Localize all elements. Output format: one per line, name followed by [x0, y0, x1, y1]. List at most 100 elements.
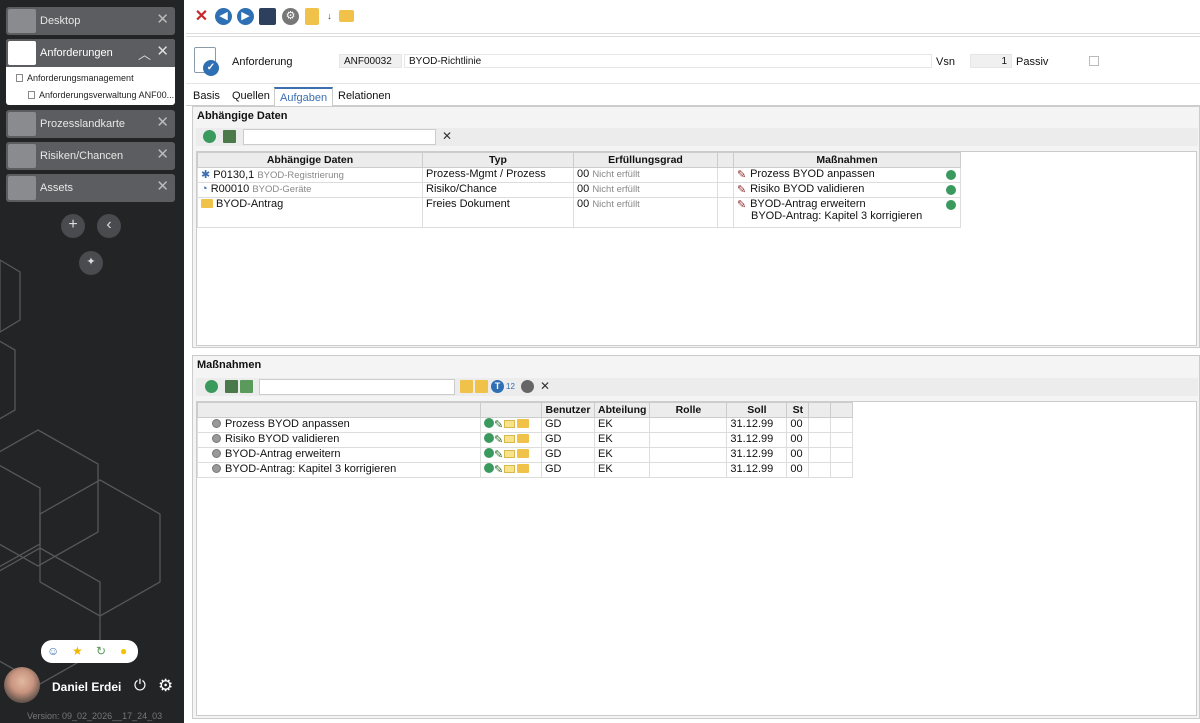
column-header[interactable]: Soll — [726, 402, 788, 418]
chevron-up-icon[interactable]: ︿ — [138, 44, 151, 63]
column-header[interactable]: Typ — [422, 152, 574, 168]
add-module-button[interactable]: + — [61, 214, 85, 238]
folder-icon[interactable] — [517, 434, 529, 443]
settings-icon[interactable]: ⚙ — [282, 8, 299, 25]
forward-icon[interactable]: ▶ — [237, 8, 254, 25]
search-input[interactable] — [243, 129, 436, 145]
table-row[interactable]: BYOD-Antrag: Kapitel 3 korrigieren ✎ GD … — [197, 462, 854, 478]
add-icon[interactable] — [484, 433, 494, 443]
tab-relationen[interactable]: Relationen — [338, 90, 391, 102]
power-icon[interactable]: ⏻ — [134, 677, 146, 694]
add-icon[interactable] — [484, 448, 494, 458]
back-icon[interactable]: ◀ — [215, 8, 232, 25]
import-icon[interactable] — [240, 380, 253, 393]
record-title-field[interactable]: BYOD-Richtlinie — [404, 54, 932, 68]
add-measure-icon[interactable] — [946, 200, 956, 210]
column-header[interactable]: St — [786, 402, 810, 418]
refresh-icon[interactable] — [205, 380, 218, 393]
add-folder-icon[interactable] — [460, 380, 473, 393]
table-row[interactable]: Prozess BYOD anpassen ✎ GD EK 31.12.99 0… — [197, 417, 854, 433]
module-prozesslandkarte[interactable]: Prozesslandkarte ✕ — [6, 110, 175, 138]
vsn-field[interactable]: 1 — [970, 54, 1012, 68]
column-header[interactable]: Benutzer — [541, 402, 595, 418]
column-header[interactable]: Abhängige Daten — [197, 152, 423, 168]
table-row[interactable]: ✱ P0130,1 BYOD-Registrierung Prozess-Mgm… — [197, 167, 961, 183]
lightbulb-icon[interactable]: ● — [120, 644, 127, 658]
tools-icon[interactable]: ✕ — [442, 130, 455, 143]
settings-icon[interactable] — [521, 380, 534, 393]
avatar[interactable] — [4, 667, 40, 703]
mail-icon[interactable] — [504, 465, 515, 473]
add-icon[interactable] — [484, 463, 494, 473]
close-icon[interactable]: ✕ — [156, 147, 169, 163]
mail-icon[interactable] — [504, 435, 515, 443]
add-icon[interactable] — [484, 418, 494, 428]
measure-department: EK — [593, 432, 651, 448]
column-header[interactable]: Abteilung — [593, 402, 651, 418]
folder-icon[interactable] — [475, 380, 488, 393]
table-row[interactable]: Risiko BYOD validieren ✎ GD EK 31.12.99 … — [197, 432, 854, 448]
gear-icon[interactable]: ⚙ — [158, 676, 173, 696]
close-icon[interactable]: ✕ — [156, 115, 169, 131]
column-header[interactable]: Rolle — [649, 402, 728, 418]
tree-item-anforderungsmanagement[interactable]: Anforderungsmanagement — [16, 73, 134, 83]
table-row[interactable]: BYOD-Antrag erweitern ✎ GD EK 31.12.99 0… — [197, 447, 854, 463]
module-risiken-chancen[interactable]: Risiken/Chancen ✕ — [6, 142, 175, 170]
cancel-icon[interactable]: ✕ — [193, 8, 210, 25]
column-header[interactable] — [480, 402, 542, 418]
module-desktop[interactable]: Desktop ✕ — [6, 7, 175, 35]
close-icon[interactable]: ✕ — [156, 12, 169, 28]
add-measure-icon[interactable] — [946, 185, 956, 195]
edit-pen-icon[interactable]: ✎ — [737, 170, 747, 181]
edit-pen-icon[interactable]: ✎ — [737, 185, 747, 196]
search-input[interactable] — [259, 379, 455, 395]
module-anforderungen[interactable]: Anforderungen ︿ ✕ Anforderungsmanagement… — [6, 39, 175, 105]
refresh-icon[interactable] — [203, 130, 216, 143]
folder-icon[interactable] — [517, 419, 529, 428]
record-id-field[interactable]: ANF00032 — [339, 54, 402, 68]
export-icon[interactable] — [223, 130, 236, 143]
close-icon[interactable]: ✕ — [156, 44, 169, 60]
close-icon[interactable]: ✕ — [156, 179, 169, 195]
gear-icon — [212, 449, 221, 458]
sort-numeric-icon[interactable]: 12 — [506, 380, 519, 393]
column-header[interactable] — [808, 402, 832, 418]
sparkle-button[interactable]: ✦ — [79, 251, 103, 275]
user-icon[interactable]: ☺ — [47, 644, 59, 658]
folder-icon[interactable] — [339, 10, 354, 22]
add-measure-icon[interactable] — [946, 170, 956, 180]
module-assets[interactable]: Assets ✕ — [6, 174, 175, 202]
info-icon[interactable]: T — [491, 380, 504, 393]
column-header[interactable] — [830, 402, 854, 418]
tab-quellen[interactable]: Quellen — [232, 90, 270, 102]
measure-label: BYOD-Antrag erweitern — [750, 198, 866, 210]
edit-pen-icon[interactable]: ✎ — [494, 450, 504, 461]
column-header[interactable] — [717, 152, 734, 168]
tab-aufgaben[interactable]: Aufgaben — [274, 87, 334, 107]
folder-icon[interactable] — [517, 449, 529, 458]
column-header[interactable]: Maßnahmen — [733, 152, 961, 168]
edit-pen-icon[interactable]: ✎ — [494, 420, 504, 431]
passiv-checkbox[interactable] — [1089, 56, 1099, 66]
star-icon[interactable]: ★ — [72, 644, 83, 658]
refresh-icon[interactable]: ↻ — [96, 644, 106, 658]
column-header[interactable]: Erfüllungsgrad — [573, 152, 718, 168]
column-header[interactable] — [197, 402, 481, 418]
mail-icon[interactable] — [504, 420, 515, 428]
edit-pen-icon[interactable]: ✎ — [494, 435, 504, 446]
tab-basis[interactable]: Basis — [193, 90, 220, 102]
edit-pen-icon[interactable]: ✎ — [494, 465, 504, 476]
collapse-sidebar-button[interactable]: ‹ — [97, 214, 121, 238]
edit-pen-icon[interactable]: ✎ — [737, 200, 747, 211]
tools-icon[interactable]: ✕ — [540, 380, 553, 393]
dependent-data-panel: Abhängige Daten ✕ Abhängige Daten Typ Er… — [192, 106, 1200, 348]
table-row[interactable]: BYOD-Antrag Freies Dokument 00 Nicht erf… — [197, 197, 961, 228]
tree-item-anforderungsverwaltung[interactable]: Anforderungsverwaltung ANF00... — [28, 90, 174, 100]
folder-icon[interactable] — [517, 464, 529, 473]
export-icon[interactable] — [225, 380, 238, 393]
arrow-down-icon[interactable]: ↓ — [321, 8, 338, 25]
save-icon[interactable] — [259, 8, 276, 25]
add-folder-icon[interactable] — [305, 8, 319, 25]
table-row[interactable]: ◔ R00010 BYOD-Geräte Risiko/Chance 00 Ni… — [197, 182, 961, 198]
mail-icon[interactable] — [504, 450, 515, 458]
